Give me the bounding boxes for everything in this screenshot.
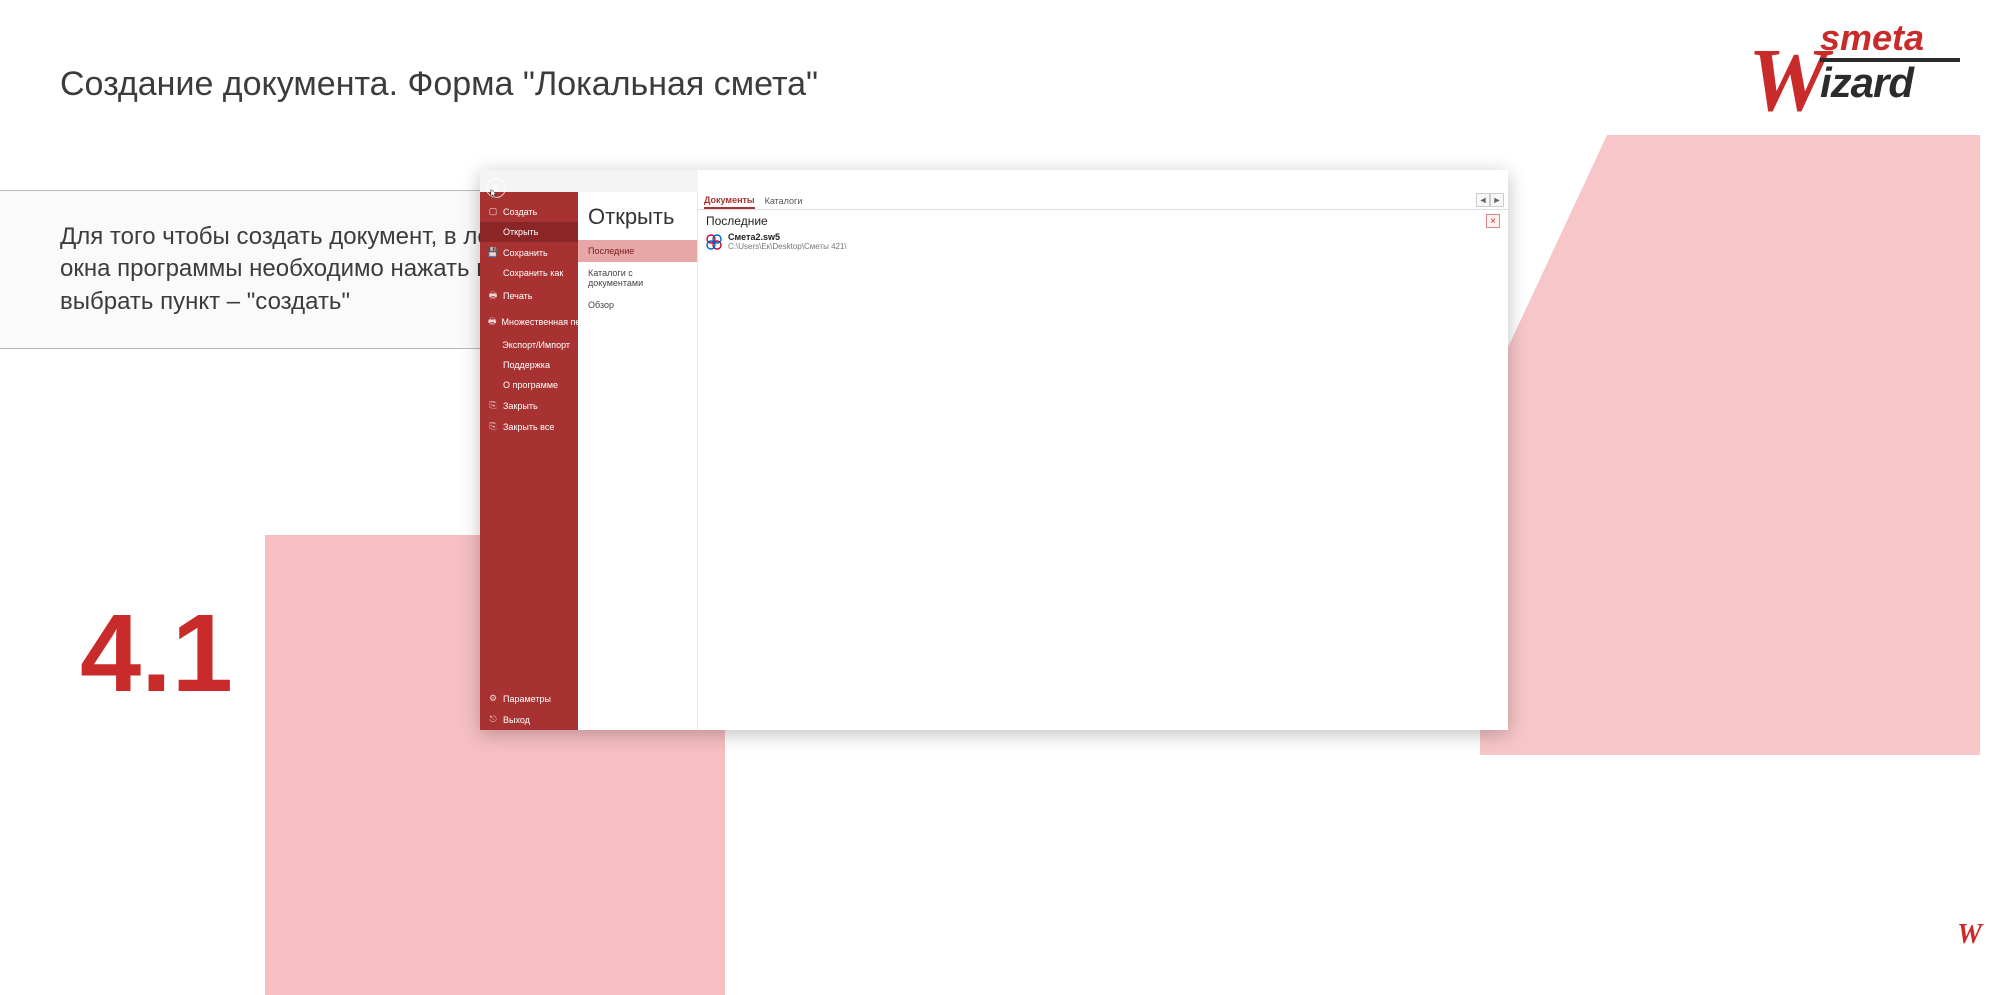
- open-side-panel: Открыть Последние Каталоги с документами…: [578, 170, 698, 730]
- file-menu-open[interactable]: Открыть: [480, 222, 578, 242]
- close-doc-icon: ⎘: [488, 400, 498, 411]
- file-menu-save-as[interactable]: Сохранить как: [480, 263, 578, 283]
- multiprint-icon: 🖶: [488, 314, 497, 330]
- recent-file-name: Смета2.sw5: [728, 232, 847, 242]
- file-menu-item-label: Закрыть: [503, 401, 538, 411]
- file-menu-settings[interactable]: ⚙ Параметры: [480, 688, 578, 709]
- document-icon: ▢: [488, 206, 498, 217]
- recent-file-path: C:\Users\Ек\Desktop\Сметы 421\: [728, 242, 847, 251]
- logo-line2: izard: [1820, 62, 1960, 104]
- print-icon: 🖶: [488, 288, 498, 304]
- file-menu-support[interactable]: Поддержка: [480, 355, 578, 375]
- file-menu-item-label: Создать: [503, 207, 537, 217]
- tab-documents[interactable]: Документы: [704, 193, 755, 209]
- file-menu-item-label: Сохранить как: [503, 268, 563, 278]
- file-menu-item-label: О программе: [503, 380, 558, 390]
- tab-scroll-left[interactable]: ◄: [1476, 193, 1490, 207]
- file-menu-item-label: Закрыть все: [503, 422, 554, 432]
- cursor-icon: [489, 189, 499, 199]
- app-window: Базы данных — □ × ▢ Создать Открыть: [480, 170, 1508, 730]
- logo-line1: smeta: [1820, 20, 1960, 56]
- file-menu-export-import[interactable]: Экспорт/Импорт: [480, 335, 578, 355]
- back-button[interactable]: [486, 178, 506, 198]
- file-menu-about[interactable]: О программе: [480, 375, 578, 395]
- file-menu-close[interactable]: ⎘ Закрыть: [480, 395, 578, 416]
- close-all-icon: ⎘: [488, 421, 498, 432]
- brand-logo: W smeta izard: [1748, 20, 1960, 112]
- file-menu-exit[interactable]: ⎋ Выход: [480, 709, 578, 730]
- open-side-catalogs[interactable]: Каталоги с документами: [578, 262, 697, 294]
- slide-title: Создание документа. Форма "Локальная сме…: [60, 65, 818, 104]
- file-menu-create[interactable]: ▢ Создать: [480, 201, 578, 222]
- file-menu-item-label: Параметры: [503, 694, 551, 704]
- tab-catalogs[interactable]: Каталоги: [765, 194, 803, 208]
- file-menu-sidebar: ▢ Создать Открыть 💾 Сохранить Сохранить …: [480, 170, 578, 730]
- file-menu-multiprint[interactable]: 🖶 Множественная печать: [480, 309, 578, 335]
- open-side-browse[interactable]: Обзор: [578, 294, 697, 316]
- open-tabs: Документы Каталоги ◄ ►: [698, 192, 1508, 210]
- exit-icon: ⎋: [488, 714, 498, 725]
- logo-mark: W: [1748, 49, 1822, 112]
- file-menu-item-label: Сохранить: [503, 248, 548, 258]
- gear-icon: ⚙: [488, 693, 498, 704]
- recent-section-title: Последние: [706, 214, 768, 228]
- open-main-panel: Документы Каталоги ◄ ► Последние ×: [698, 170, 1508, 730]
- file-menu-print[interactable]: 🖶 Печать: [480, 283, 578, 309]
- recent-file-row[interactable]: Смета2.sw5 C:\Users\Ек\Desktop\Сметы 421…: [698, 230, 1508, 253]
- file-menu-close-all[interactable]: ⎘ Закрыть все: [480, 416, 578, 437]
- file-menu-item-label: Открыть: [503, 227, 538, 237]
- file-type-icon: [706, 234, 722, 250]
- brand-corner-mark: W: [1957, 919, 1982, 951]
- file-menu-item-label: Экспорт/Импорт: [502, 340, 570, 350]
- tab-scroll-right[interactable]: ►: [1490, 193, 1504, 207]
- file-menu-item-label: Поддержка: [503, 360, 550, 370]
- file-menu-save[interactable]: 💾 Сохранить: [480, 242, 578, 263]
- file-menu-item-label: Выход: [503, 715, 530, 725]
- slide-number: 4.1: [80, 590, 233, 717]
- open-side-recent[interactable]: Последние: [578, 240, 697, 262]
- save-icon: 💾: [488, 247, 498, 258]
- file-menu-item-label: Печать: [503, 291, 532, 301]
- decorative-triangle: [1480, 135, 1980, 755]
- open-heading: Открыть: [578, 192, 697, 240]
- clear-recent-button[interactable]: ×: [1486, 214, 1500, 228]
